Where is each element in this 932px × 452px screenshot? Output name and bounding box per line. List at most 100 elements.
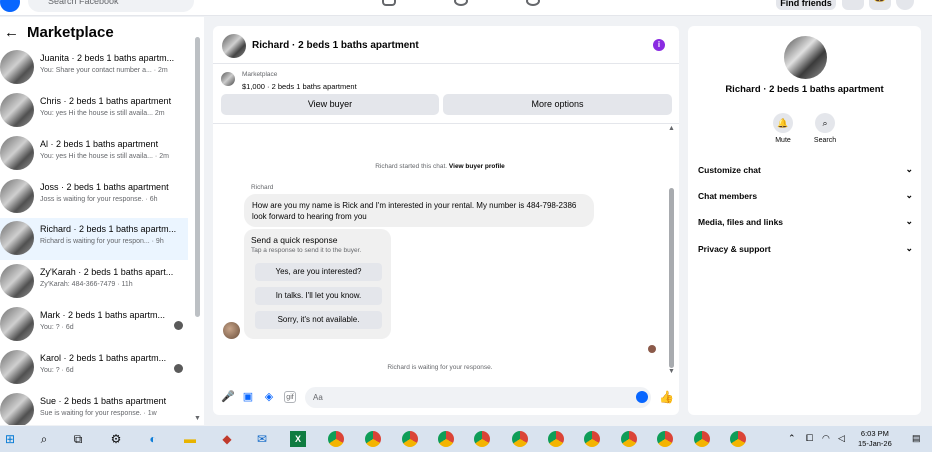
notifications-icon[interactable]: ▤ [912,433,921,444]
quick-response-in-talks-button[interactable]: In talks. I'll let you know. [255,287,382,305]
quick-response-yes-button[interactable]: Yes, are you interested? [255,263,382,281]
avatar [0,350,34,384]
conversation-name: Juanita · 2 beds 1 baths apartm... [40,53,175,63]
listing-thumbnail[interactable] [221,72,235,86]
scroll-down-arrow-icon[interactable]: ▼ [668,368,675,375]
conversation-item-karol[interactable]: Karol · 2 beds 1 baths apartm... You: ? … [0,347,188,389]
chrome-profile-icon[interactable] [694,431,710,447]
outlook-icon[interactable]: ✉ [254,431,270,447]
conversation-item-joss[interactable]: Joss · 2 beds 1 baths apartment Joss is … [0,176,188,218]
conversation-item-chris[interactable]: Chris · 2 beds 1 baths apartment You: ye… [0,90,188,132]
conversation-item-sue[interactable]: Sue · 2 beds 1 baths apartment Sue is wa… [0,390,188,425]
chrome-profile-icon[interactable] [438,431,454,447]
conversation-name: Sue · 2 beds 1 baths apartment [40,396,167,406]
system-clock[interactable]: 6:03 PM 15-Jan-26 [858,429,892,449]
photo-icon[interactable]: ▣ [242,391,254,403]
search-facebook-input[interactable]: Search Facebook [28,0,194,12]
gif-icon[interactable]: gif [284,391,296,403]
scroll-up-arrow-icon[interactable]: ▲ [668,125,675,132]
media-files-links-section[interactable]: Media, files and links ⌄ [698,216,913,227]
app-icon[interactable]: ◆ [219,431,235,447]
chrome-profile-icon[interactable] [474,431,490,447]
wifi-icon[interactable]: ◠ [822,433,830,444]
top-navigation-bar: Search Facebook Find friends ••• 🔔 ▾ [0,0,932,16]
conversation-preview: You: yes Hi the house is still availa...… [40,153,169,160]
task-view-icon[interactable]: ⧉ [70,431,86,447]
conversation-preview: You: ? · 6d [40,324,74,331]
marketplace-header: ← Marketplace [4,24,114,41]
info-icon[interactable]: i [653,39,665,51]
quick-response-not-available-button[interactable]: Sorry, it's not available. [255,311,382,329]
chat-header: Richard · 2 beds 1 baths apartment i [213,26,679,64]
seen-avatar [174,321,183,330]
emoji-icon[interactable] [636,391,648,403]
marketplace-conversation-list: ← Marketplace Juanita · 2 beds 1 baths ap… [0,17,204,425]
settings-gear-icon[interactable]: ⚙ [108,431,124,447]
file-explorer-icon[interactable]: ▬ [182,431,198,447]
conversation-item-mark[interactable]: Mark · 2 beds 1 baths apartm... You: ? ·… [0,304,188,346]
microphone-icon[interactable]: 🎤 [221,391,235,403]
excel-icon[interactable]: X [290,431,306,447]
volume-icon[interactable]: ◁ [838,433,845,444]
groups-nav-icon[interactable] [454,0,468,6]
sender-avatar[interactable] [223,322,240,339]
conversation-item-zykarah[interactable]: Zy'Karah · 2 beds 1 baths apart... Zy'Ka… [0,261,188,303]
search-label: Search [813,137,837,144]
scroll-down-arrow-icon[interactable]: ▼ [194,415,201,422]
conversation-list-scrollbar[interactable] [195,37,200,317]
notifications-icon[interactable]: 🔔 [869,0,891,10]
contact-name: Richard · 2 beds 1 baths apartment [725,84,884,95]
quick-response-subtitle: Tap a response to send it to the buyer. [251,247,362,254]
thumbs-up-icon[interactable]: 👍 [659,390,674,404]
conversation-name: Al · 2 beds 1 baths apartment [40,139,159,149]
message-input[interactable]: Aa [305,387,651,408]
more-options-button[interactable]: More options [443,94,672,115]
chat-avatar[interactable] [222,34,246,58]
chrome-profile-icon[interactable] [657,431,673,447]
quick-response-title: Send a quick response [251,235,338,245]
chrome-profile-icon[interactable] [365,431,381,447]
conversation-preview: Joss is waiting for your response. · 6h [40,196,158,203]
contact-avatar[interactable] [784,36,827,79]
mute-bell-icon[interactable]: 🔔 [773,113,793,133]
conversation-item-richard[interactable]: Richard · 2 beds 1 baths apartm... Richa… [0,218,188,260]
menu-icon[interactable]: ••• [842,0,864,10]
view-buyer-profile-link[interactable]: View buyer profile [449,163,505,170]
message-sender-name: Richard [251,184,274,191]
gaming-nav-icon[interactable] [526,0,540,6]
chrome-profile-icon[interactable] [548,431,564,447]
avatar [0,179,34,213]
display-icon[interactable]: ⧠ [806,433,813,444]
find-friends-button[interactable]: Find friends [776,0,836,10]
clock-date: 15-Jan-26 [858,439,892,448]
chrome-profile-icon[interactable] [512,431,528,447]
chrome-profile-icon[interactable] [621,431,637,447]
conversation-name: Zy'Karah · 2 beds 1 baths apart... [40,267,174,277]
chat-started-text: Richard started this chat. [375,163,448,170]
chat-members-section[interactable]: Chat members ⌄ [698,190,913,201]
edge-browser-icon[interactable]: ◐ [145,431,161,447]
sticker-icon[interactable]: ◈ [263,391,275,403]
conversation-preview: You: Share your contact number a... · 2m [40,67,168,74]
conversation-item-al[interactable]: Al · 2 beds 1 baths apartment You: yes H… [0,133,188,175]
show-hidden-icons-chevron-icon[interactable]: ⌃ [788,433,796,444]
chrome-icon[interactable] [328,431,344,447]
conversation-item-juanita[interactable]: Juanita · 2 beds 1 baths apartm... You: … [0,47,188,89]
view-buyer-button[interactable]: View buyer [221,94,439,115]
privacy-support-section[interactable]: Privacy & support ⌄ [698,243,913,254]
customize-chat-section[interactable]: Customize chat ⌄ [698,164,913,175]
search-icon[interactable]: ⌕ [815,113,835,133]
chrome-profile-icon[interactable] [402,431,418,447]
chevron-down-icon: ⌄ [905,164,913,174]
marketplace-nav-icon[interactable] [382,0,396,6]
facebook-logo[interactable] [0,0,20,12]
chat-scrollbar[interactable] [669,188,674,368]
chat-title[interactable]: Richard · 2 beds 1 baths apartment [252,40,419,51]
back-arrow-icon[interactable]: ← [4,24,19,41]
profile-avatar-icon[interactable]: ▾ [896,0,914,10]
chrome-profile-icon[interactable] [730,431,746,447]
chrome-profile-icon[interactable] [584,431,600,447]
search-icon[interactable]: ⌕ [36,431,52,447]
windows-start-icon[interactable]: ⊞ [2,431,18,447]
conversation-preview: Sue is waiting for your response. · 1w [40,410,157,417]
